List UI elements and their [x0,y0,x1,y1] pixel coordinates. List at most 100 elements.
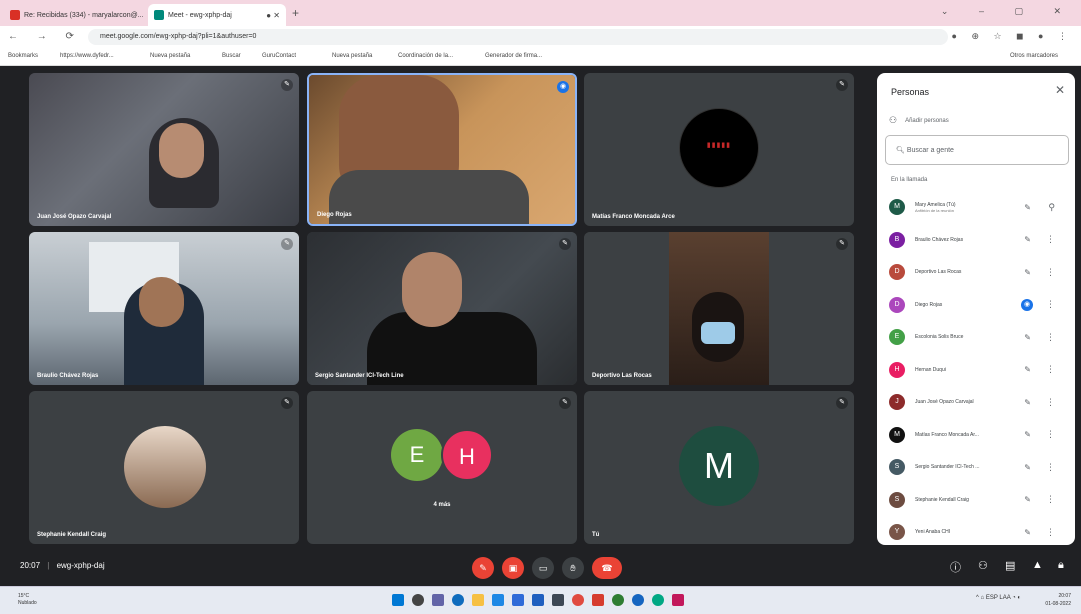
bookmark-item[interactable]: Buscar [222,53,241,59]
mic-off-icon[interactable]: ✎ [1024,430,1031,439]
participant-row[interactable]: D Diego Rojas ◉ ⋮ [889,293,1069,317]
host-controls-icon[interactable]: 🔒︎ [1058,559,1064,572]
more-options-icon[interactable]: ⋮ [1046,527,1055,538]
mic-off-icon[interactable]: ✎ [1024,268,1031,277]
window-controls[interactable]: ⌄ – ▢ ✕ [941,6,1075,17]
participant-tile[interactable]: ✎ Stephanie Kendall Craig [29,391,299,544]
mic-off-icon[interactable]: ✎ [1024,495,1031,504]
more-participants-tile[interactable]: E H 4 más ✎ [307,391,577,544]
close-tab-icon[interactable]: ● ✕ [266,11,280,20]
participant-tile[interactable]: ✎ Sergio Santander ICI-Tech Line [307,232,577,385]
avatar: D [889,264,905,280]
mic-toggle-button[interactable]: ✎ [472,557,494,579]
search-input[interactable]: 🔍︎ Buscar a gente [885,135,1069,165]
participant-row[interactable]: M Mary Amelica (Tú) Anfitrión de la reunió… [889,195,1069,219]
bookmark-item[interactable]: GuruContact [262,53,296,59]
edge-icon[interactable] [452,594,464,606]
people-icon[interactable]: ⚇ [978,559,988,572]
extensions-icons[interactable]: ● ⊕ ☆ ◼ ● ⋮ [952,31,1073,42]
more-options-icon[interactable]: ⋮ [1046,429,1055,440]
mic-off-icon: ✎ [836,397,848,409]
chat-app-icon[interactable] [432,594,444,606]
mic-off-icon[interactable]: ✎ [1024,398,1031,407]
app-icon[interactable] [532,594,544,606]
participant-row[interactable]: E Escolonia Solis Bruce ✎ ⋮ [889,325,1069,349]
more-options-icon[interactable]: ⋮ [1046,234,1055,245]
bookmark-item[interactable]: Coordinación de la... [398,53,453,59]
camera-toggle-button[interactable]: ▣ [502,557,524,579]
captions-button[interactable]: ▭ [532,557,554,579]
more-options-icon[interactable]: ⋮ [1046,494,1055,505]
mic-off-icon[interactable]: ✎ [1024,463,1031,472]
app-icon[interactable] [512,594,524,606]
participant-tile[interactable]: ✎ Braulio Chávez Rojas [29,232,299,385]
mic-off-icon: ✎ [281,397,293,409]
participant-row[interactable]: S Sergio Santander ICI-Tech ... ✎ ⋮ [889,455,1069,479]
raise-hand-button[interactable]: ✋︎ [562,557,584,579]
app-icon[interactable] [612,594,624,606]
mic-off-icon[interactable]: ✎ [1024,528,1031,537]
mic-off-icon[interactable]: ✎ [1024,235,1031,244]
app-icon[interactable] [632,594,644,606]
participant-row[interactable]: D Deportivo Las Rocas ✎ ⋮ [889,260,1069,284]
mic-off-icon[interactable]: ✎ [1024,365,1031,374]
avatar: E [889,329,905,345]
participant-tile[interactable]: ✎ Deportivo Las Rocas [584,232,854,385]
start-icon[interactable] [392,594,404,606]
mic-off-icon[interactable]: ✎ [1024,333,1031,342]
app-icon[interactable] [672,594,684,606]
new-tab-icon[interactable]: + [292,6,299,20]
person-face [159,123,204,178]
participant-tile[interactable]: ▮▮▮▮▮ ✎ Matías Franco Moncada Arce [584,73,854,226]
bookmark-item[interactable]: Generador de firma... [485,53,542,59]
tab-label: Re: Recibidas (334) - maryalarcon@... [24,11,144,19]
address-bar-row: ← → ⟳ ⌂ meet.google.com/ewg-xphp-daj?pli… [0,26,1081,48]
more-options-icon[interactable]: ⋮ [1046,462,1055,473]
more-options-icon[interactable]: ⋮ [1046,364,1055,375]
participant-tile-speaking[interactable]: ◉ Diego Rojas [307,73,577,226]
mic-off-icon[interactable]: ✎ [1024,203,1031,212]
chat-icon[interactable]: ▤ [1005,559,1015,572]
info-icon[interactable]: ⓘ [950,559,961,575]
avatar: D [889,296,905,313]
more-options-icon[interactable]: ⋮ [1046,332,1055,343]
chrome-icon[interactable] [572,594,584,606]
participant-row[interactable]: B Braulio Chávez Rojas ✎ ⋮ [889,228,1069,252]
weather-widget[interactable]: 15°C Nublado [18,593,37,607]
app-icon[interactable] [552,594,564,606]
bookmark-item[interactable]: Nueva pestaña [332,53,372,59]
participant-row[interactable]: M Matías Franco Moncada Ar... ✎ ⋮ [889,423,1069,447]
activities-icon[interactable]: ▲ [1032,559,1043,571]
file-explorer-icon[interactable] [472,594,484,606]
self-tile[interactable]: M ✎ Tú [584,391,854,544]
tab-meet[interactable]: Meet - ewg-xphp-daj ● ✕ [148,4,286,26]
speaking-icon[interactable]: ◉ [1021,298,1033,311]
close-icon[interactable]: ✕ [1055,83,1065,97]
participant-tile[interactable]: ✎ Juan José Opazo Carvajal [29,73,299,226]
system-tray[interactable]: ^ ⌂ ESP LAA ◔ ◐ [976,595,1021,601]
bookmark-item[interactable]: Nueva pestaña [150,53,190,59]
avatar: J [889,394,905,410]
store-icon[interactable] [492,594,504,606]
participant-row[interactable]: J Juan José Opazo Carvajal ✎ ⋮ [889,390,1069,414]
more-options-icon[interactable]: ⋮ [1046,267,1055,278]
app-icon[interactable] [592,594,604,606]
bookmark-item[interactable]: Otros marcadores [1010,53,1058,59]
participant-row[interactable]: Y Yeni Anaba CHI ✎ ⋮ [889,520,1069,544]
participant-row[interactable]: S Stephanie Kendall Craig ✎ ⋮ [889,488,1069,512]
participant-name: Stephanie Kendall Craig [915,497,1015,503]
bookmark-item[interactable]: https://www.dyfedr... [60,53,114,59]
pin-icon[interactable]: ⚲ [1048,202,1055,213]
bookmark-item[interactable]: Bookmarks [8,53,38,59]
participant-role: Anfitrión de la reunión [915,207,954,213]
url-input[interactable]: meet.google.com/ewg-xphp-daj?pli=1&authu… [88,29,948,45]
tab-gmail[interactable]: Re: Recibidas (334) - maryalarcon@... ✕ [4,4,144,26]
leave-call-button[interactable]: ☎ [592,557,622,579]
search-icon[interactable] [412,594,424,606]
app-icon[interactable] [652,594,664,606]
participant-row[interactable]: H Hernan Duqui ✎ ⋮ [889,358,1069,382]
clock[interactable]: 20:07 01-08-2022 [1045,592,1071,608]
more-options-icon[interactable]: ⋮ [1046,299,1055,310]
more-options-icon[interactable]: ⋮ [1046,397,1055,408]
add-people-button[interactable]: ⚇ Añadir personas [889,115,949,126]
